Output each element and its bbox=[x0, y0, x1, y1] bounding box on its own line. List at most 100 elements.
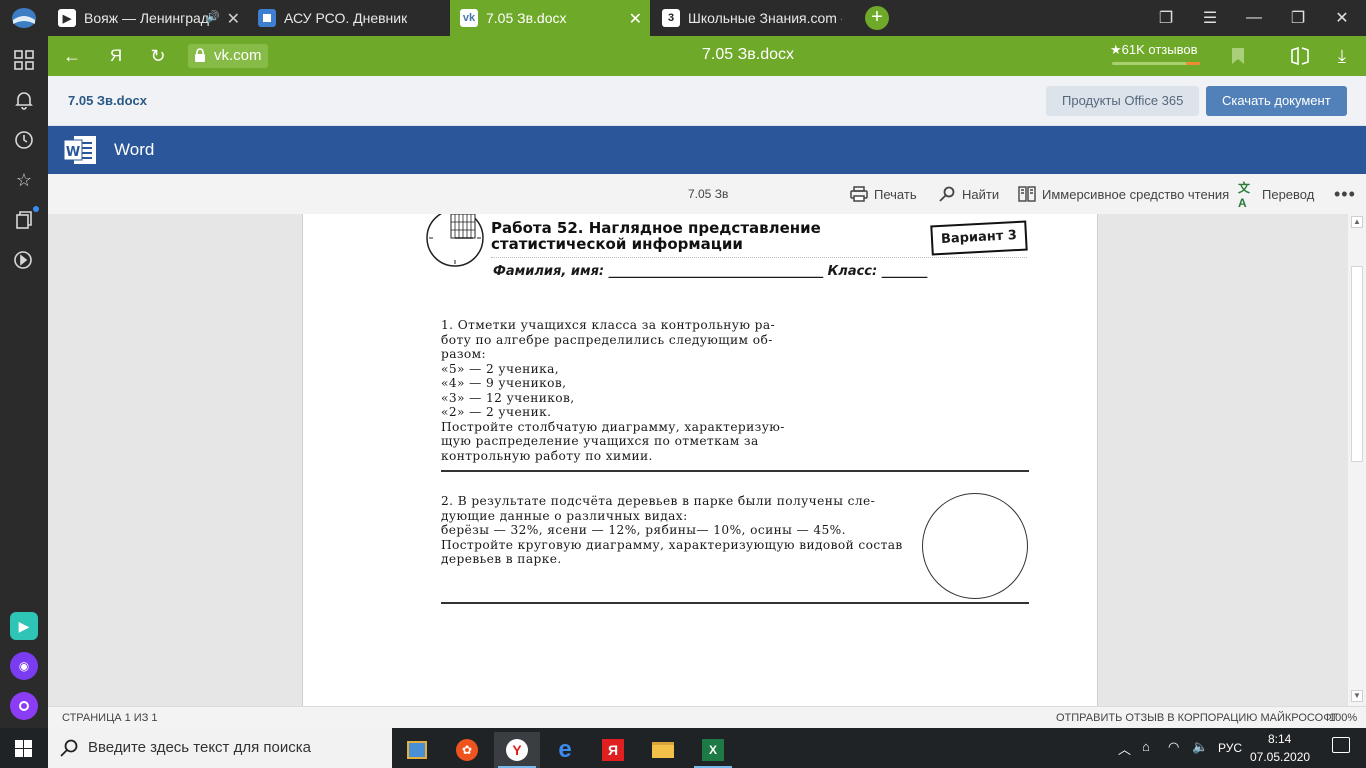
tab-title: Вояж — Ленинград bbox=[84, 10, 209, 26]
search-icon bbox=[938, 185, 956, 203]
menu-icon[interactable]: ☰ bbox=[1188, 0, 1232, 36]
media-icon[interactable] bbox=[12, 248, 36, 272]
task-line: «5» — 2 ученика, bbox=[441, 361, 560, 376]
assistant-app-icon[interactable] bbox=[10, 692, 38, 720]
bookmark-icon[interactable] bbox=[1226, 44, 1250, 68]
network-icon[interactable]: ⌂ bbox=[1142, 739, 1150, 754]
section-divider bbox=[441, 470, 1029, 472]
find-button[interactable]: Найти bbox=[938, 185, 999, 203]
rating-bar bbox=[1112, 62, 1200, 65]
windows-taskbar: Введите здесь текст для поиска ✿ Y e Я X… bbox=[0, 728, 1366, 768]
task-line: «2» — 2 ученик. bbox=[441, 405, 552, 419]
wifi-icon[interactable]: ◠ bbox=[1168, 739, 1179, 755]
task-line: берёзы — 32%, ясени — 12%, рябины— 10%, … bbox=[441, 523, 846, 537]
edge-icon[interactable]: e bbox=[542, 732, 588, 768]
reviews-badge[interactable]: ★61K отзывов bbox=[1110, 42, 1200, 65]
star-icon[interactable]: ☆ bbox=[12, 168, 36, 192]
download-document-button[interactable]: Скачать документ bbox=[1206, 86, 1347, 116]
speaker-icon[interactable]: 🔊 bbox=[206, 10, 220, 23]
word-app-name: Word bbox=[114, 140, 155, 159]
tab-title: АСУ РСО. Дневник bbox=[284, 10, 408, 26]
translate-button[interactable]: 文A Перевод bbox=[1238, 181, 1315, 210]
tab-docx[interactable]: vk 7.05 Зв.docx ✕ bbox=[450, 0, 650, 36]
back-arrow-icon[interactable]: ← bbox=[60, 44, 84, 68]
protect-icon[interactable] bbox=[1288, 44, 1312, 68]
scroll-thumb[interactable] bbox=[1351, 266, 1363, 462]
new-tab-button[interactable]: + bbox=[865, 6, 889, 30]
close-tab-icon[interactable]: ✕ bbox=[227, 9, 240, 29]
print-button[interactable]: Печать bbox=[850, 185, 917, 203]
tab-voyage[interactable]: ▶ Вояж — Ленинград 🔊 ✕ bbox=[48, 0, 248, 36]
znanija-favicon-icon: 3 bbox=[662, 9, 680, 27]
task-line: контрольную работу по химии. bbox=[441, 448, 653, 463]
apps-grid-icon[interactable] bbox=[12, 48, 36, 72]
book-icon bbox=[1018, 185, 1036, 203]
zoom-level[interactable]: 100% bbox=[1329, 712, 1357, 724]
word-header: W Word bbox=[48, 126, 1366, 174]
url-field[interactable]: vk.com bbox=[188, 44, 268, 68]
messenger-app-icon[interactable]: ▶ bbox=[10, 612, 38, 640]
bell-icon[interactable] bbox=[12, 88, 36, 112]
more-options-icon[interactable]: ••• bbox=[1334, 184, 1356, 204]
feedback-link[interactable]: ОТПРАВИТЬ ОТЗЫВ В КОРПОРАЦИЮ МАЙКРОСОФТ bbox=[1056, 712, 1338, 724]
yandex-app-icon[interactable]: Я bbox=[590, 732, 636, 768]
task-line: «3» — 12 учеников, bbox=[441, 390, 575, 405]
collections-icon[interactable] bbox=[12, 206, 39, 232]
task-line: щую распределение учащихся по отметкам з… bbox=[441, 434, 759, 448]
doc-name-link[interactable]: 7.05 Зв.docx bbox=[68, 93, 147, 108]
print-label: Печать bbox=[874, 186, 917, 202]
history-icon[interactable] bbox=[12, 128, 36, 152]
task-line: Постройте круговую диаграмму, характериз… bbox=[441, 537, 903, 552]
task-line: разом: bbox=[441, 347, 487, 361]
immersive-reader-button[interactable]: Иммерсивное средство чтения bbox=[1018, 185, 1229, 203]
input-language[interactable]: РУС bbox=[1218, 741, 1242, 755]
task-line: 1. Отметки учащихся класса за контрольну… bbox=[441, 318, 775, 332]
taskbar-search-input[interactable]: Введите здесь текст для поиска bbox=[48, 728, 392, 768]
browser-logo[interactable] bbox=[10, 6, 38, 30]
search-placeholder: Введите здесь текст для поиска bbox=[88, 739, 311, 756]
document-canvas[interactable]: Работа 52. Наглядное представление стати… bbox=[48, 214, 1348, 706]
video-app-icon[interactable] bbox=[394, 732, 440, 768]
tab-asu-rso[interactable]: АСУ РСО. Дневник bbox=[248, 0, 448, 36]
office-products-button[interactable]: Продукты Office 365 bbox=[1046, 86, 1200, 116]
tabs-icon[interactable]: ❐ bbox=[1144, 0, 1188, 36]
download-icon[interactable]: ⤓ bbox=[1330, 44, 1354, 68]
notification-dot bbox=[33, 206, 39, 212]
yandex-icon[interactable]: Я bbox=[104, 44, 128, 68]
task-line: боту по алгебре распределились следующим… bbox=[441, 332, 773, 347]
task-line: 2. В результате подсчёта деревьев в парк… bbox=[441, 494, 876, 508]
title-underline bbox=[491, 257, 1027, 258]
tab-title: Школьные Знания.com - Р bbox=[688, 10, 842, 26]
tab-znanija[interactable]: 3 Школьные Знания.com - Р bbox=[652, 0, 842, 36]
media-player-icon[interactable]: ✿ bbox=[444, 732, 490, 768]
scroll-down-arrow[interactable]: ▼ bbox=[1351, 690, 1363, 702]
excel-icon[interactable]: X bbox=[690, 732, 736, 768]
lock-icon bbox=[195, 48, 205, 62]
folder-icon[interactable] bbox=[640, 732, 686, 768]
document-page: Работа 52. Наглядное представление стати… bbox=[302, 214, 1098, 706]
yandex-browser-taskbar-icon[interactable]: Y bbox=[494, 732, 540, 768]
word-logo-icon[interactable]: W bbox=[62, 133, 98, 167]
close-tab-icon[interactable]: ✕ bbox=[629, 9, 642, 29]
clock-time[interactable]: 8:14 bbox=[1268, 732, 1291, 746]
close-window-icon[interactable]: ✕ bbox=[1320, 0, 1364, 36]
scroll-up-arrow[interactable]: ▲ bbox=[1351, 216, 1363, 228]
speaker-icon[interactable]: 🔈 bbox=[1192, 739, 1208, 755]
notifications-icon[interactable] bbox=[1332, 737, 1350, 753]
translate-label: Перевод bbox=[1262, 186, 1315, 202]
section-divider bbox=[441, 602, 1029, 604]
minimize-icon[interactable]: — bbox=[1232, 0, 1276, 36]
vertical-scrollbar[interactable]: ▲ ▼ bbox=[1348, 214, 1366, 706]
clock-date[interactable]: 07.05.2020 bbox=[1250, 750, 1310, 764]
alice-app-icon[interactable]: ◉ bbox=[10, 652, 38, 680]
search-icon bbox=[60, 739, 78, 757]
chevron-up-icon[interactable]: ︿ bbox=[1118, 739, 1131, 758]
status-bar: СТРАНИЦА 1 ИЗ 1 ОТПРАВИТЬ ОТЗЫВ В КОРПОР… bbox=[48, 706, 1366, 728]
task-line: деревьев в парке. bbox=[441, 552, 562, 566]
page-counter: СТРАНИЦА 1 ИЗ 1 bbox=[62, 712, 158, 724]
windows-start-icon[interactable] bbox=[15, 740, 32, 757]
name-class-field: Фамилия, имя: __________________________… bbox=[493, 264, 928, 279]
reload-icon[interactable]: ↻ bbox=[146, 44, 170, 68]
restore-icon[interactable]: ❐ bbox=[1276, 0, 1320, 36]
word-toolbar: 7.05 Зв Печать Найти Иммерсивное средств… bbox=[48, 174, 1366, 214]
